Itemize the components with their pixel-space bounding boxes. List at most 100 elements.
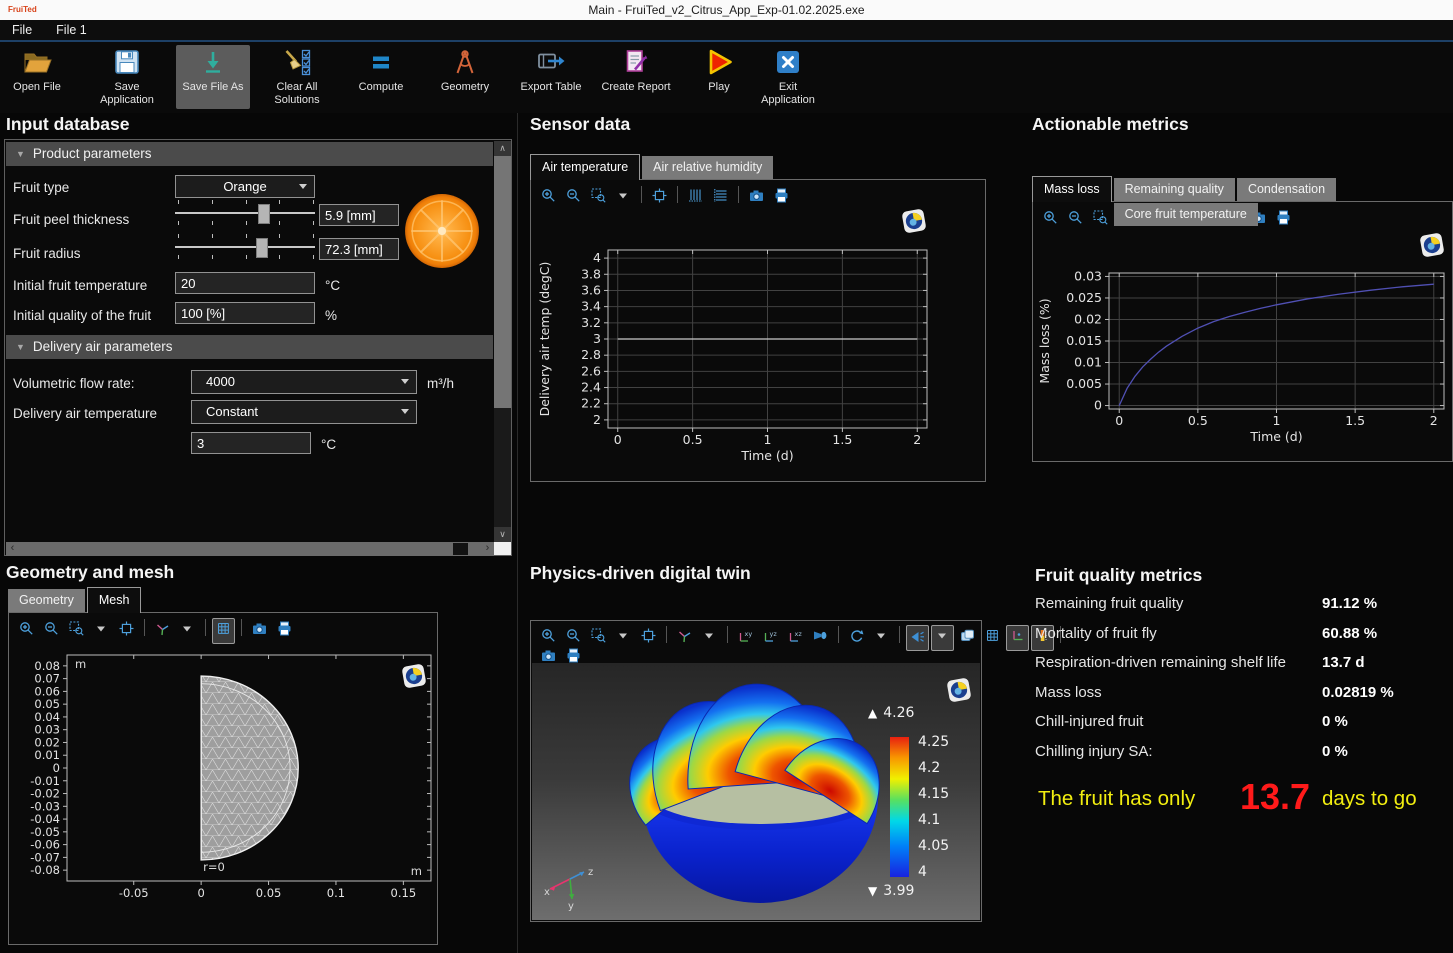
zoom-out-icon[interactable] xyxy=(562,185,585,211)
toolbar-button-save-file-as[interactable]: Save File As xyxy=(176,45,250,109)
toolbar-button-exit-application[interactable]: Exit Application xyxy=(751,45,825,109)
toolbar-button-save-application[interactable]: Save Application xyxy=(91,45,163,109)
section-delivery-air-parameters[interactable]: ▼Delivery air parameters xyxy=(6,335,493,359)
vertical-scrollbar[interactable]: ∧ ∨ xyxy=(494,141,511,542)
zoom-extents-icon[interactable] xyxy=(648,185,671,211)
zoom-out-icon[interactable] xyxy=(1064,207,1087,233)
snapshot-icon[interactable] xyxy=(248,618,271,644)
fruit-type-select[interactable]: Orange xyxy=(175,175,315,198)
view-yz-icon[interactable]: yz xyxy=(759,625,782,651)
fruit-peel-thickness-field[interactable] xyxy=(319,204,399,226)
toolbar-button-export-table[interactable]: Export Table xyxy=(515,45,587,109)
sensor-chart-canvas[interactable]: 00.511.5222.22.42.62.833.23.43.63.84Time… xyxy=(533,213,985,479)
toolbar-button-label: Open File xyxy=(7,81,67,94)
zoom-rectangle-icon[interactable] xyxy=(587,625,610,651)
geometry-mesh-title: Geometry and mesh xyxy=(6,562,174,583)
zoom-rectangle-icon[interactable] xyxy=(65,618,88,644)
initial-fruit-temperature-unit: °C xyxy=(325,278,340,293)
rotate-icon[interactable] xyxy=(845,625,868,651)
zoom-in-icon[interactable] xyxy=(15,618,38,644)
snapshot-icon[interactable] xyxy=(745,185,768,211)
scroll-left-button[interactable]: ‹ xyxy=(6,542,19,556)
orientation-triad-icon[interactable] xyxy=(151,618,174,644)
delivery-air-temperature-select[interactable]: Constant xyxy=(191,400,417,424)
dropdown-caret-icon[interactable] xyxy=(870,625,893,651)
zoom-out-icon[interactable] xyxy=(40,618,63,644)
print-icon[interactable] xyxy=(273,618,296,644)
scene-light-icon[interactable] xyxy=(906,625,929,651)
dropdown-caret-icon[interactable] xyxy=(90,618,113,644)
mesh-plot-canvas[interactable]: -0.0500.050.10.15-0.08-0.07-0.06-0.05-0.… xyxy=(11,649,437,942)
metric-label: Chill-injured fruit xyxy=(1035,713,1143,730)
metrics-tab-condensation[interactable]: Condensation xyxy=(1237,178,1336,201)
toolbar-button-create-report[interactable]: Create Report xyxy=(598,45,674,109)
metric-row: Remaining fruit quality91.12 % xyxy=(1035,595,1453,621)
zoom-in-icon[interactable] xyxy=(537,185,560,211)
sensor-data-title: Sensor data xyxy=(530,114,630,135)
scrollbar-thumb[interactable] xyxy=(494,156,511,408)
comsol-logo-icon xyxy=(946,677,972,708)
massloss-chart-canvas[interactable]: 00.511.5200.0050.010.0150.020.0250.03Tim… xyxy=(1035,233,1453,461)
svg-text:-0.03: -0.03 xyxy=(30,799,60,813)
axes-toggle-icon[interactable] xyxy=(1006,625,1029,651)
digital-twin-3d-view[interactable]: 4.254.24.154.14.054 ▲4.26 ▼3.99 x y z xyxy=(532,663,980,920)
menu-bar: FileFile 1 xyxy=(0,20,1453,40)
color-scale-max: ▲4.26 xyxy=(868,705,914,721)
dropdown-caret-icon[interactable] xyxy=(612,625,635,651)
geometry-tab-geometry[interactable]: Geometry xyxy=(8,589,85,612)
scroll-up-button[interactable]: ∧ xyxy=(494,141,511,156)
svg-text:0.06: 0.06 xyxy=(34,684,60,698)
geometry-tab-mesh[interactable]: Mesh xyxy=(87,587,142,613)
scroll-right-button[interactable]: › xyxy=(481,542,494,556)
svg-text:0.5: 0.5 xyxy=(683,432,703,447)
colorbar-tick-label: 4 xyxy=(918,864,927,880)
fruit-radius-slider[interactable] xyxy=(175,234,315,260)
scene-icon[interactable] xyxy=(956,625,979,651)
grid-icon[interactable] xyxy=(212,618,235,644)
initial-quality-field[interactable] xyxy=(175,302,315,324)
dropdown-caret-icon[interactable] xyxy=(176,618,199,644)
initial-fruit-temperature-field[interactable] xyxy=(175,272,315,294)
fruit-radius-field[interactable] xyxy=(319,238,399,260)
delivery-air-temperature-value-field[interactable] xyxy=(191,432,311,454)
sensor-tab-air-temperature[interactable]: Air temperature xyxy=(530,154,640,180)
volumetric-flow-rate-select[interactable]: 4000 xyxy=(191,370,417,394)
dropdown-caret-icon[interactable] xyxy=(931,625,954,651)
toolbar-button-clear-all-solutions[interactable]: Clear All Solutions xyxy=(262,45,332,109)
horizontal-scrollbar[interactable]: ‹ › xyxy=(6,542,494,556)
dropdown-caret-icon[interactable] xyxy=(698,625,721,651)
toolbar-button-compute[interactable]: Compute xyxy=(348,45,414,109)
perspective-icon[interactable] xyxy=(809,625,832,651)
zoom-in-icon[interactable] xyxy=(1039,207,1062,233)
export-table-icon xyxy=(515,45,587,81)
scrollbar-thumb[interactable] xyxy=(453,543,468,555)
scroll-down-button[interactable]: ∨ xyxy=(494,527,511,542)
metrics-tab-core-fruit-temperature[interactable]: Core fruit temperature xyxy=(1114,203,1258,226)
toolbar-button-play[interactable]: Play xyxy=(690,45,748,109)
svg-text:Time (d): Time (d) xyxy=(1249,429,1302,444)
menu-item-file-1[interactable]: File 1 xyxy=(44,20,99,40)
print-icon[interactable] xyxy=(1272,207,1295,233)
x-axis-grid-icon[interactable] xyxy=(684,185,707,211)
dropdown-caret-icon[interactable] xyxy=(612,185,635,211)
toolbar-button-geometry[interactable]: Geometry xyxy=(432,45,498,109)
view-xy-icon[interactable]: xy xyxy=(734,625,757,651)
menu-item-file[interactable]: File xyxy=(0,20,44,40)
zoom-extents-icon[interactable] xyxy=(637,625,660,651)
view-xz-icon[interactable]: xz xyxy=(784,625,807,651)
metrics-tab-remaining-quality[interactable]: Remaining quality xyxy=(1114,178,1235,201)
section-product-parameters[interactable]: ▼Product parameters xyxy=(6,142,493,166)
fruit-peel-thickness-slider[interactable] xyxy=(175,200,315,226)
zoom-extents-icon[interactable] xyxy=(115,618,138,644)
metrics-tab-mass-loss[interactable]: Mass loss xyxy=(1032,176,1112,202)
y-axis-grid-icon[interactable] xyxy=(709,185,732,211)
sensor-tab-air-relative-humidity[interactable]: Air relative humidity xyxy=(642,156,773,179)
zoom-rectangle-icon[interactable] xyxy=(587,185,610,211)
orientation-triad-icon[interactable] xyxy=(673,625,696,651)
toolbar-button-open-file[interactable]: Open File xyxy=(7,45,67,109)
svg-text:-0.02: -0.02 xyxy=(30,787,60,801)
grid-icon[interactable] xyxy=(981,625,1004,651)
print-icon[interactable] xyxy=(770,185,793,211)
zoom-rectangle-icon[interactable] xyxy=(1089,207,1112,233)
toolbar-button-label: Compute xyxy=(348,81,414,94)
